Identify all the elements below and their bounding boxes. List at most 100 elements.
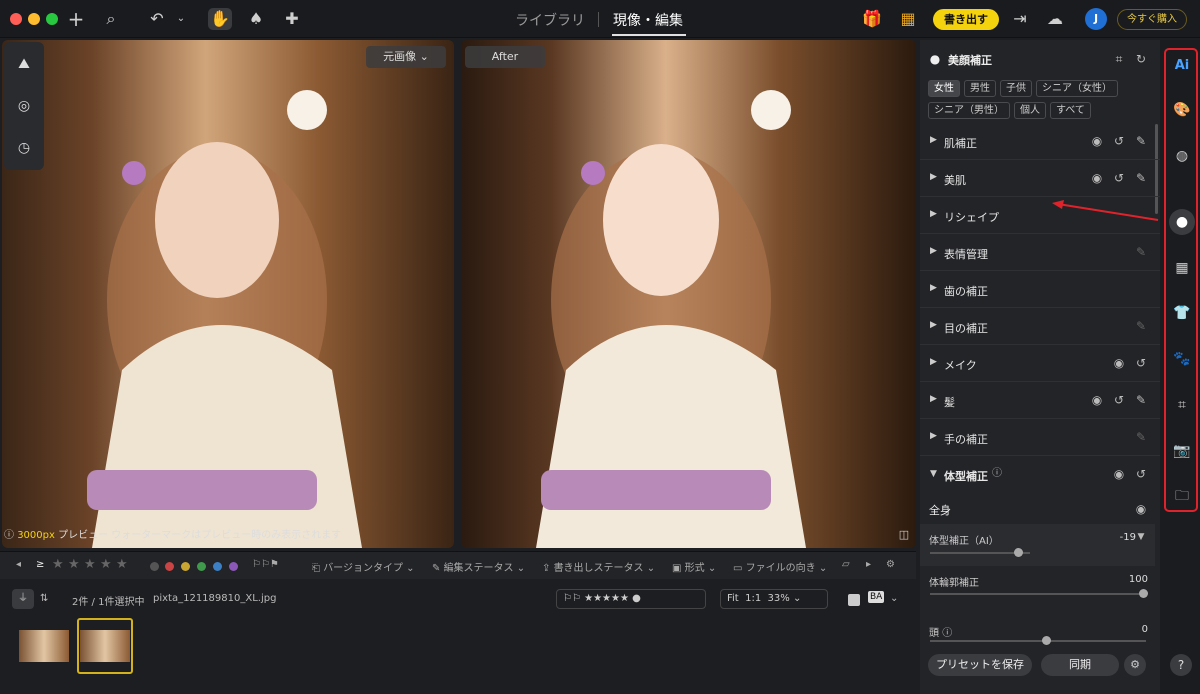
chip-senior-male[interactable]: シニア（男性） bbox=[928, 102, 1010, 119]
color-label-purple[interactable] bbox=[229, 562, 238, 571]
chip-female[interactable]: 女性 bbox=[928, 80, 960, 97]
chip-male[interactable]: 男性 bbox=[964, 80, 996, 97]
user-avatar[interactable]: J bbox=[1085, 8, 1107, 30]
thumbnail-selected[interactable] bbox=[77, 618, 133, 674]
play-icon[interactable]: ▸ bbox=[866, 559, 871, 570]
rating-star[interactable]: ★ bbox=[52, 557, 64, 572]
folder-view-icon[interactable]: 🗀 bbox=[1172, 486, 1192, 506]
before-after-view-icon[interactable]: BA bbox=[868, 591, 885, 603]
face-detect-icon[interactable]: ⌗ bbox=[1112, 52, 1126, 66]
reset-icon[interactable]: ↺ bbox=[1134, 467, 1148, 481]
tab-develop[interactable]: 現像・編集 bbox=[613, 10, 683, 30]
section-body-shape[interactable]: ▼ 体型補正 ⓘ ◉ ↺ bbox=[920, 457, 1160, 493]
section-eyes[interactable]: ▶ 目の補正 ✎ bbox=[920, 309, 1160, 345]
compare-layout-icon[interactable]: ◫ bbox=[892, 524, 916, 546]
zoom-fit[interactable]: Fit bbox=[727, 593, 739, 604]
eye-icon[interactable]: ◉ bbox=[1090, 134, 1104, 148]
slider-track[interactable] bbox=[930, 548, 1030, 557]
folder-icon[interactable]: ▱ bbox=[842, 559, 850, 570]
close-window-button[interactable] bbox=[10, 13, 22, 25]
zoom-control[interactable]: Fit 1:1 33% ⌄ bbox=[720, 589, 828, 609]
search-icon[interactable]: ⌕ bbox=[99, 8, 123, 30]
chip-all[interactable]: すべて bbox=[1050, 102, 1091, 119]
chevron-down-icon[interactable]: ⌄ bbox=[890, 593, 898, 604]
eye-icon[interactable]: ◉ bbox=[1090, 171, 1104, 185]
stamp-tool-icon[interactable]: ♠ bbox=[244, 8, 268, 30]
before-view-select[interactable]: 元画像 ⌄ bbox=[366, 46, 446, 68]
tab-library[interactable]: ライブラリ bbox=[515, 10, 585, 30]
color-label-yellow[interactable] bbox=[181, 562, 190, 571]
rating-operator[interactable]: ≥ bbox=[36, 559, 44, 570]
collapse-left-icon[interactable]: ◂ bbox=[16, 559, 21, 570]
color-label-none[interactable] bbox=[150, 562, 159, 571]
dropdown-triangle-icon[interactable]: ▼ bbox=[1134, 530, 1148, 544]
eye-icon[interactable]: ◉ bbox=[1112, 356, 1126, 370]
history-icon[interactable]: ◷ bbox=[14, 138, 34, 158]
filter-icon[interactable]: ⏚ bbox=[12, 589, 34, 609]
orientation-filter[interactable]: ▭ ファイルの向き ⌄ bbox=[733, 559, 827, 574]
chip-senior-female[interactable]: シニア（女性） bbox=[1036, 80, 1118, 97]
chip-individual[interactable]: 個人 bbox=[1014, 102, 1046, 119]
crop-icon[interactable]: ⌗ bbox=[1172, 395, 1192, 415]
add-icon[interactable]: + bbox=[64, 8, 88, 30]
slider-track[interactable] bbox=[930, 589, 1148, 598]
sync-settings-icon[interactable]: ⚙ bbox=[1124, 654, 1146, 676]
edit-icon[interactable]: ✎ bbox=[1134, 393, 1148, 407]
rating-flag-widget[interactable]: ⚐⚐ ★★★★★ ● bbox=[556, 589, 706, 609]
eye-icon[interactable]: ◉ bbox=[1090, 393, 1104, 407]
save-preset-button[interactable]: プリセットを保存 bbox=[928, 654, 1032, 676]
version-type-filter[interactable]: ⎗ バージョンタイプ ⌄ bbox=[312, 559, 415, 574]
help-icon[interactable]: ⓘ bbox=[942, 628, 952, 639]
slider-knob[interactable] bbox=[1042, 636, 1051, 645]
eye-icon[interactable]: ◉ bbox=[1134, 502, 1148, 516]
cloud-sync-icon[interactable]: ☁ bbox=[1043, 8, 1067, 30]
section-skin-correction[interactable]: ▶ 肌補正 ◉ ↺ ✎ bbox=[920, 124, 1160, 160]
export-button[interactable]: 書き出す bbox=[933, 9, 999, 30]
minimize-window-button[interactable] bbox=[28, 13, 40, 25]
palette-icon[interactable]: 🎨 bbox=[1172, 100, 1192, 120]
chevron-down-icon[interactable]: ⌄ bbox=[169, 8, 193, 30]
hand-tool-icon[interactable]: ✋ bbox=[208, 8, 232, 30]
eye-icon[interactable]: ◉ bbox=[1112, 467, 1126, 481]
gradient-icon[interactable]: ▦ bbox=[1172, 258, 1192, 278]
chip-child[interactable]: 子供 bbox=[1000, 80, 1032, 97]
reset-icon[interactable]: ↺ bbox=[1112, 393, 1126, 407]
import-icon[interactable]: ⇥ bbox=[1008, 8, 1032, 30]
rating-star[interactable]: ★ bbox=[68, 557, 80, 572]
buy-now-button[interactable]: 今すぐ購入 bbox=[1117, 9, 1187, 30]
color-label-green[interactable] bbox=[197, 562, 206, 571]
section-hair[interactable]: ▶ 髪 ◉ ↺ ✎ bbox=[920, 383, 1160, 419]
rating-star[interactable]: ★ bbox=[100, 557, 112, 572]
section-teeth[interactable]: ▶ 歯の補正 bbox=[920, 272, 1160, 308]
promo-icon[interactable]: ▦ bbox=[896, 8, 920, 30]
color-label-blue[interactable] bbox=[213, 562, 222, 571]
zoom-value[interactable]: 33% bbox=[768, 593, 790, 604]
noise-tool-icon[interactable]: ◎ bbox=[14, 96, 34, 116]
sync-button[interactable]: 同期 bbox=[1041, 654, 1119, 676]
zoom-1to1[interactable]: 1:1 bbox=[745, 593, 761, 604]
settings-icon[interactable]: ⚙ bbox=[886, 559, 895, 570]
landscape-tool-icon[interactable]: ⛰ bbox=[14, 54, 34, 74]
clothing-icon[interactable]: 👕 bbox=[1172, 303, 1192, 323]
help-button[interactable]: ? bbox=[1170, 654, 1192, 676]
edit-icon[interactable]: ✎ bbox=[1134, 319, 1148, 333]
undo-icon[interactable]: ↶ bbox=[145, 8, 169, 30]
camera-icon[interactable]: 📷 bbox=[1172, 441, 1192, 461]
sort-icon[interactable]: ⇅ bbox=[40, 593, 48, 604]
reset-icon[interactable]: ↺ bbox=[1112, 134, 1126, 148]
slider-track[interactable] bbox=[930, 636, 1146, 645]
edit-icon[interactable]: ✎ bbox=[1134, 134, 1148, 148]
rating-star[interactable]: ★ bbox=[84, 557, 96, 572]
export-status-filter[interactable]: ⇪ 書き出しステータス ⌄ bbox=[542, 559, 655, 574]
flag-icon[interactable]: ⚐⚐⚑ bbox=[252, 559, 279, 570]
section-hands[interactable]: ▶ 手の補正 ✎ bbox=[920, 420, 1160, 456]
reset-icon[interactable]: ↺ bbox=[1134, 356, 1148, 370]
edit-icon[interactable]: ✎ bbox=[1134, 245, 1148, 259]
edit-status-filter[interactable]: ✎ 編集ステータス ⌄ bbox=[432, 559, 525, 574]
section-expression[interactable]: ▶ 表情管理 ✎ bbox=[920, 235, 1160, 271]
section-beauty-skin[interactable]: ▶ 美肌 ◉ ↺ ✎ bbox=[920, 161, 1160, 197]
single-view-icon[interactable] bbox=[848, 594, 860, 606]
reset-icon[interactable]: ↺ bbox=[1112, 171, 1126, 185]
before-image-pane[interactable]: 元画像 ⌄ bbox=[2, 40, 454, 548]
gift-icon[interactable]: 🎁 bbox=[860, 8, 884, 30]
